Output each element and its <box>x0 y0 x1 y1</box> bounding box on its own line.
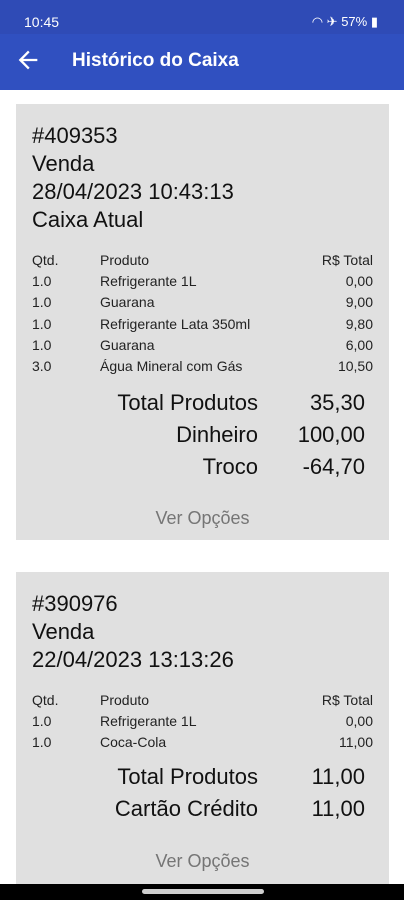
sale-card: #390976 Venda 22/04/2023 13:13:26 Qtd. P… <box>16 572 389 890</box>
ver-opcoes-button[interactable]: Ver Opções <box>16 508 389 529</box>
table-row: 3.0 Água Mineral com Gás 10,50 <box>32 358 373 378</box>
sale-id: #409353 <box>32 123 118 148</box>
header-qty: Qtd. <box>32 692 59 708</box>
battery-icon: ▮ <box>370 14 378 29</box>
item-product: Guarana <box>100 337 155 353</box>
summary-row: Dinheiro 100,00 <box>45 422 365 450</box>
sale-caixa: Caixa Atual <box>32 207 144 232</box>
summary-row: Total Produtos 35,30 <box>45 390 365 418</box>
item-qty: 1.0 <box>32 713 52 729</box>
home-gesture-handle[interactable] <box>142 889 264 894</box>
item-total: 10,50 <box>337 358 373 374</box>
summary-value: 100,00 <box>297 422 365 447</box>
summary-value: 35,30 <box>309 390 365 415</box>
status-time: 10:45 <box>24 14 60 30</box>
item-qty: 1.0 <box>32 316 52 332</box>
summary-label: Troco <box>202 454 258 479</box>
header-total: R$ Total <box>321 252 373 268</box>
item-total: 6,00 <box>345 337 373 353</box>
item-total: 11,00 <box>339 734 373 750</box>
item-total: 0,00 <box>345 713 373 729</box>
item-qty: 3.0 <box>32 358 52 374</box>
sale-datetime: 28/04/2023 10:43:13 <box>32 179 234 204</box>
item-product: Refrigerante 1L <box>100 713 197 729</box>
airplane-icon: ✈ <box>326 14 338 29</box>
page-title: Histórico do Caixa <box>72 50 239 71</box>
summary-label: Cartão Crédito <box>114 796 258 821</box>
header-product: Produto <box>100 692 150 708</box>
sale-id: #390976 <box>32 591 118 616</box>
table-row: 1.0 Refrigerante 1L 0,00 <box>32 713 373 733</box>
item-total: 0,00 <box>345 273 373 289</box>
table-header: Qtd. Produto R$ Total <box>32 692 373 712</box>
summary-value: -64,70 <box>302 454 365 479</box>
item-product: Refrigerante Lata 350ml <box>100 316 251 332</box>
header-qty: Qtd. <box>32 252 59 268</box>
table-row: 1.0 Guarana 6,00 <box>32 337 373 357</box>
summary-row: Cartão Crédito 11,00 <box>45 796 365 824</box>
header-total: R$ Total <box>321 692 373 708</box>
item-total: 9,00 <box>345 294 373 310</box>
summary-label: Total Produtos <box>117 764 258 789</box>
item-qty: 1.0 <box>32 734 52 750</box>
status-bar: 10:45 ◠ ✈ 57% ▮ <box>0 0 404 34</box>
system-nav-bar <box>0 884 404 900</box>
summary-value: 11,00 <box>311 764 365 789</box>
wifi-icon: ◠ <box>311 14 324 29</box>
item-qty: 1.0 <box>32 337 52 353</box>
table-row: 1.0 Coca-Cola 11,00 <box>32 734 373 754</box>
status-icons: ◠ ✈ 57% ▮ <box>312 14 378 30</box>
back-button[interactable] <box>14 46 42 74</box>
arrow-back-icon <box>18 50 38 70</box>
sale-datetime: 22/04/2023 13:13:26 <box>32 647 234 672</box>
item-product: Coca-Cola <box>100 734 167 750</box>
summary-label: Total Produtos <box>117 390 258 415</box>
item-product: Refrigerante 1L <box>100 273 197 289</box>
sale-card: #409353 Venda 28/04/2023 10:43:13 Caixa … <box>16 104 389 540</box>
table-row: 1.0 Refrigerante 1L 0,00 <box>32 273 373 293</box>
sale-type: Venda <box>32 151 95 176</box>
sale-type: Venda <box>32 619 95 644</box>
table-row: 1.0 Guarana 9,00 <box>32 294 373 314</box>
ver-opcoes-button[interactable]: Ver Opções <box>16 851 389 872</box>
item-qty: 1.0 <box>32 294 52 310</box>
item-qty: 1.0 <box>32 273 52 289</box>
app-bar: Histórico do Caixa <box>0 34 404 90</box>
summary-value: 11,00 <box>311 796 365 821</box>
table-header: Qtd. Produto R$ Total <box>32 252 373 272</box>
item-total: 9,80 <box>345 316 373 332</box>
battery-level: 57% <box>341 14 368 29</box>
summary-row: Troco -64,70 <box>45 454 365 482</box>
summary-label: Dinheiro <box>176 422 258 447</box>
header-product: Produto <box>100 252 150 268</box>
summary-row: Total Produtos 11,00 <box>45 764 365 792</box>
item-product: Água Mineral com Gás <box>100 358 243 374</box>
table-row: 1.0 Refrigerante Lata 350ml 9,80 <box>32 316 373 336</box>
item-product: Guarana <box>100 294 155 310</box>
